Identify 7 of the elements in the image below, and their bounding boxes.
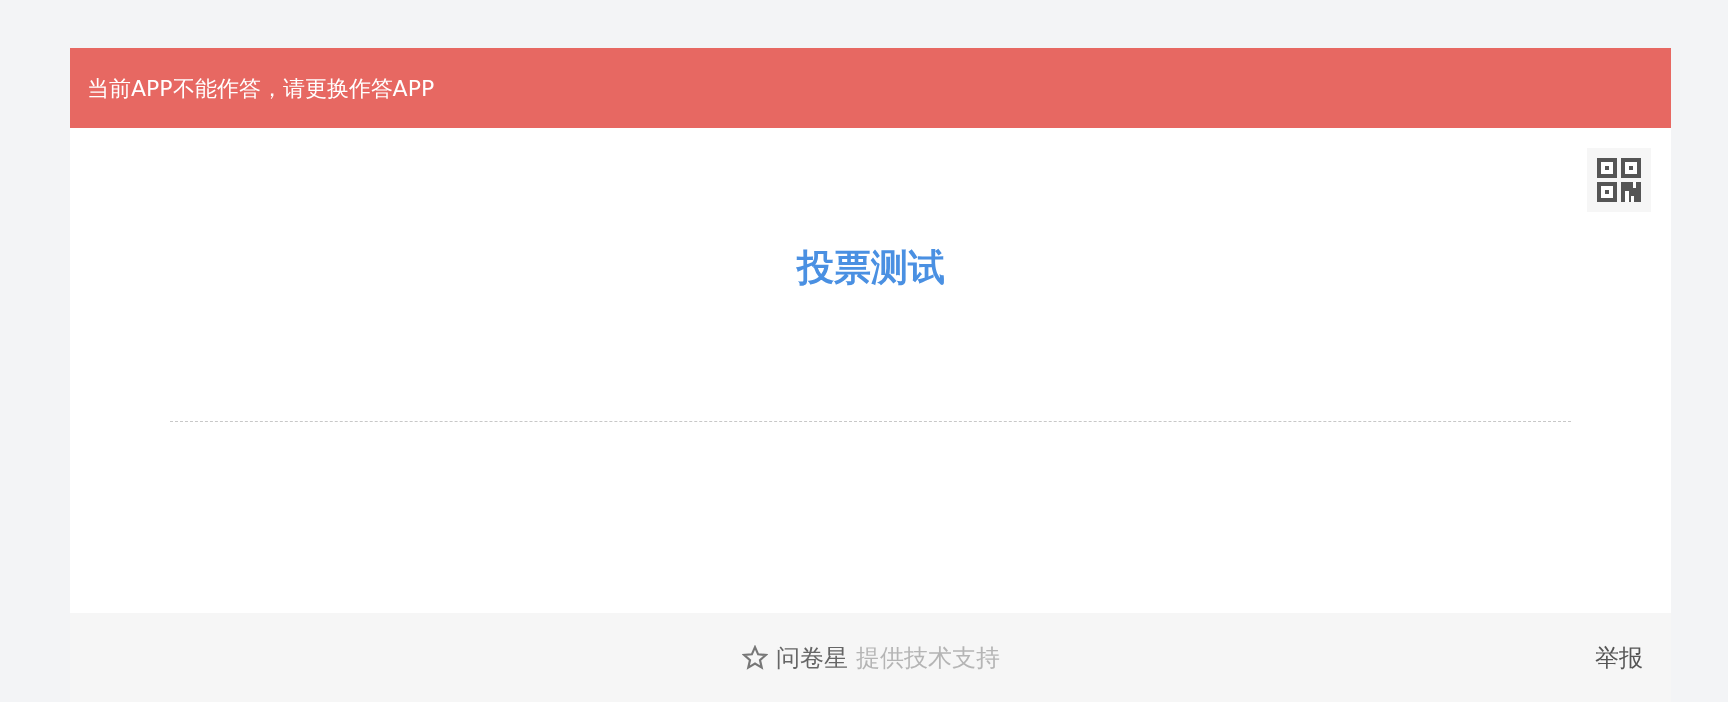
survey-title: 投票测试 bbox=[796, 245, 945, 291]
support-text: 提供技术支持 bbox=[855, 642, 1000, 674]
report-link[interactable]: 举报 bbox=[1595, 639, 1643, 676]
alert-text: 当前APP不能作答，请更换作答APP bbox=[87, 74, 435, 103]
qr-code-icon[interactable] bbox=[1587, 148, 1651, 212]
star-icon bbox=[741, 644, 768, 671]
brand-name[interactable]: 问卷星 bbox=[775, 639, 848, 676]
